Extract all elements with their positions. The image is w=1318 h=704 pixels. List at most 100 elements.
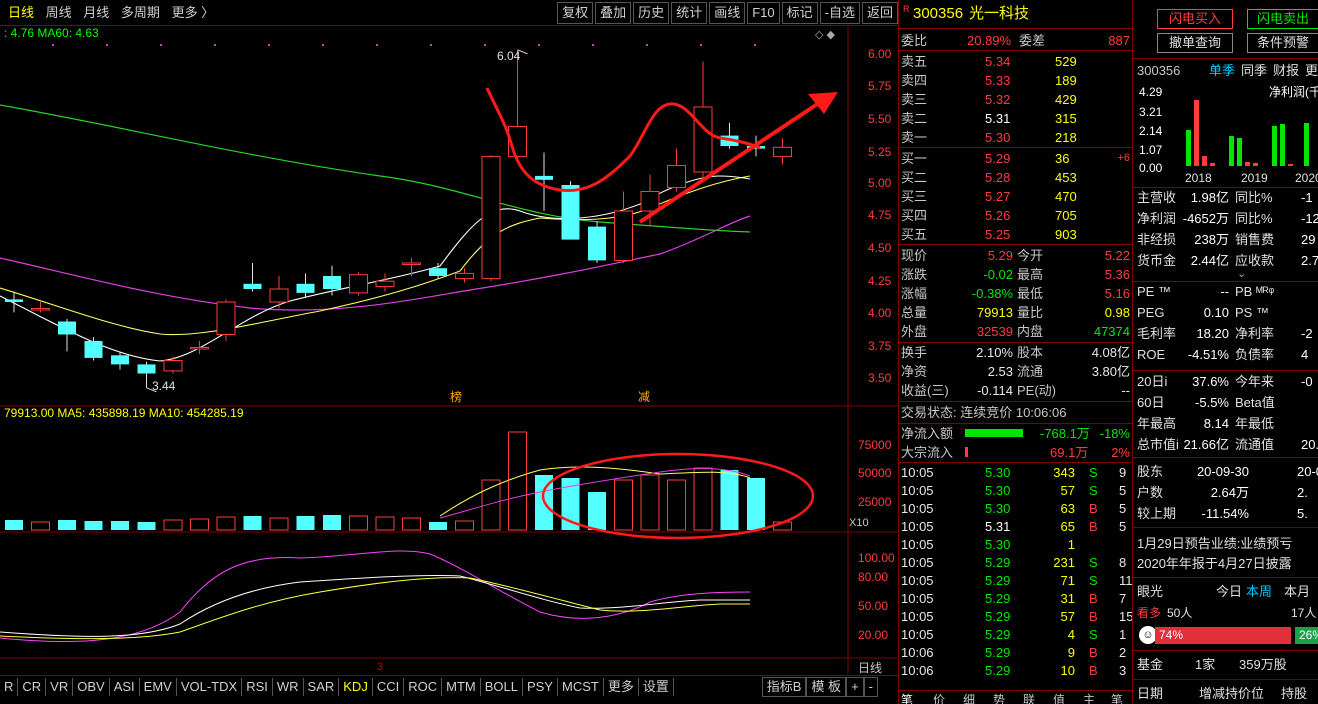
mark-button[interactable]: 标记 xyxy=(781,2,818,24)
ask-row[interactable]: 卖四 5.33 189 xyxy=(899,71,1133,90)
finance-panel: 闪电买入 闪电卖出 撤单查询 条件预警 300356 单季 同季 财报 更 4.… xyxy=(1132,0,1318,704)
billboard-tag[interactable]: 榜 xyxy=(450,389,462,404)
tab-main[interactable]: 主 xyxy=(1083,691,1095,704)
flash-sell-button[interactable]: 闪电卖出 xyxy=(1247,9,1318,29)
bullish-label: 看多 xyxy=(1137,606,1162,620)
indicator-tab[interactable]: MTM xyxy=(442,677,481,696)
indicator-tab[interactable]: EMV xyxy=(140,677,177,696)
bid-level-label: 买五 xyxy=(901,227,928,242)
reduce-holding-tag[interactable]: 减 xyxy=(638,390,650,404)
tab-ticks[interactable]: 笔 xyxy=(901,691,913,704)
indicator-tab[interactable]: ASI xyxy=(110,677,140,696)
ask-price: 5.32 xyxy=(985,92,1011,107)
weibi-value: 20.89% xyxy=(967,33,1012,48)
f10-button[interactable]: F10 xyxy=(747,2,780,24)
history-button[interactable]: 历史 xyxy=(633,2,670,24)
indicator-tab[interactable]: CR xyxy=(18,677,47,696)
tab-price[interactable]: 价 xyxy=(933,691,945,704)
kline-chart[interactable]: : 4.76 MA60: 4.63 79913.00 MA5: 435898.1… xyxy=(0,26,898,678)
volume-scale-label: X10 xyxy=(849,517,869,529)
condition-alert-button[interactable]: 条件预警 xyxy=(1247,33,1318,53)
candle-body xyxy=(481,155,501,280)
indicator-settings[interactable]: 设置 xyxy=(639,677,674,696)
tab-detail[interactable]: 细 xyxy=(963,691,975,704)
metric-label: 总市值i xyxy=(1137,437,1179,452)
tab-ticks2[interactable]: 笔 xyxy=(1111,691,1123,704)
quote-stat-row: 净资 2.53 流通 3.80亿 xyxy=(899,362,1133,381)
tick-time: 10:05 xyxy=(901,555,934,570)
ask-row[interactable]: 卖三 5.32 429 xyxy=(899,90,1133,109)
tab-report[interactable]: 财报 xyxy=(1273,61,1299,81)
flash-buy-button[interactable]: 闪电买入 xyxy=(1157,9,1233,29)
tick-volume: 31 xyxy=(1060,591,1075,606)
bid-volume: 453 xyxy=(1055,170,1077,185)
indicator-tab[interactable]: PSY xyxy=(523,677,558,696)
quote-stat-row: 涨跌 -0.02 最高 5.36 xyxy=(899,265,1133,284)
vision-label: 眼光 xyxy=(1137,584,1164,599)
tab-multi-period[interactable]: 多周期 xyxy=(121,0,160,26)
metric-value: 37.6% xyxy=(1192,374,1229,389)
indicator-tab[interactable]: VOL-TDX xyxy=(177,677,243,696)
indicator-tab[interactable]: WR xyxy=(273,677,304,696)
kdj-tick: 50.00 xyxy=(858,599,888,613)
tab-this-week[interactable]: 本周 xyxy=(1246,582,1272,602)
overlay-button[interactable]: 叠加 xyxy=(595,2,632,24)
indicator-b-button[interactable]: 指标B xyxy=(761,676,807,697)
bid-row[interactable]: 买三 5.27 470 xyxy=(899,187,1133,206)
profit-y-tick: 2.14 xyxy=(1139,124,1163,138)
metric-value: 20-0 xyxy=(1297,464,1318,479)
bid-row[interactable]: 买四 5.26 705 xyxy=(899,206,1133,225)
tab-monthly[interactable]: 月线 xyxy=(83,0,109,26)
candle-body xyxy=(296,283,315,293)
tab-single-quarter[interactable]: 单季 xyxy=(1209,61,1235,81)
tab-more-fin[interactable]: 更 xyxy=(1305,61,1318,81)
indicator-tab-kdj[interactable]: KDJ xyxy=(339,677,373,696)
bid-row[interactable]: 买一 5.29 36 +6 xyxy=(899,149,1133,168)
tab-same-quarter[interactable]: 同季 xyxy=(1241,61,1267,81)
statistics-button[interactable]: 统计 xyxy=(671,2,708,24)
draw-line-button[interactable]: 画线 xyxy=(709,2,746,24)
diamond-icon[interactable]: ◇ ◆ xyxy=(815,29,836,41)
report-date-notice[interactable]: 2020年年报于4月27日披露 xyxy=(1137,554,1292,574)
tab-trend[interactable]: 势 xyxy=(993,691,1005,704)
candle-body xyxy=(588,226,606,261)
metric-value: -123 xyxy=(1301,211,1318,226)
bid-row[interactable]: 买五 5.25 903 xyxy=(899,225,1133,244)
indicator-tab[interactable]: SAR xyxy=(304,677,340,696)
tab-more[interactable]: 更多 〉 xyxy=(172,0,215,26)
earnings-forecast[interactable]: 1月29日预告业绩:业绩预亏 xyxy=(1137,534,1292,554)
restore-rights-button[interactable]: 复权 xyxy=(557,2,594,24)
indicator-tab[interactable]: RSI xyxy=(242,677,273,696)
indicator-more[interactable]: 更多 xyxy=(604,677,639,696)
tab-value[interactable]: 值 xyxy=(1053,691,1065,704)
ask-row[interactable]: 卖一 5.30 218 xyxy=(899,128,1133,147)
add-panel-button[interactable]: + xyxy=(846,676,864,697)
bid-volume: 36 xyxy=(1055,151,1070,166)
tab-link[interactable]: 联 xyxy=(1023,691,1035,704)
back-button[interactable]: 返回 xyxy=(861,2,898,24)
tab-daily[interactable]: 日线 xyxy=(8,0,34,26)
indicator-tab[interactable]: BOLL xyxy=(481,677,523,696)
indicator-tab[interactable]: MCST xyxy=(558,677,604,696)
indicator-tab[interactable]: VR xyxy=(46,677,74,696)
ask-row[interactable]: 卖二 5.31 315 xyxy=(899,109,1133,128)
remove-panel-button[interactable]: - xyxy=(863,676,878,697)
bid-row[interactable]: 买二 5.28 453 xyxy=(899,168,1133,187)
metric-label: 负债率 xyxy=(1235,347,1275,362)
tick-row: 10:05 5.30 57 S 5 xyxy=(899,482,1133,500)
indicator-tab[interactable]: OBV xyxy=(73,677,110,696)
remove-watchlist-button[interactable]: -自选 xyxy=(819,2,860,24)
indicator-tab[interactable]: CCI xyxy=(373,677,405,696)
tick-volume: 65 xyxy=(1060,519,1075,534)
indicator-tab[interactable]: ROC xyxy=(404,677,443,696)
expand-icon[interactable]: ⌄ xyxy=(1237,268,1246,280)
ask-row[interactable]: 卖五 5.34 529 xyxy=(899,52,1133,71)
tab-this-month[interactable]: 本月 xyxy=(1284,582,1310,602)
order-query-button[interactable]: 撤单查询 xyxy=(1157,33,1233,53)
tick-volume: 231 xyxy=(1053,555,1075,570)
indicator-tab[interactable]: R xyxy=(0,677,19,696)
tab-weekly[interactable]: 周线 xyxy=(46,0,72,26)
tab-today[interactable]: 今日 xyxy=(1216,582,1242,602)
template-button[interactable]: 模 板 xyxy=(806,676,847,697)
stat-value: -0.02 xyxy=(983,267,1013,282)
